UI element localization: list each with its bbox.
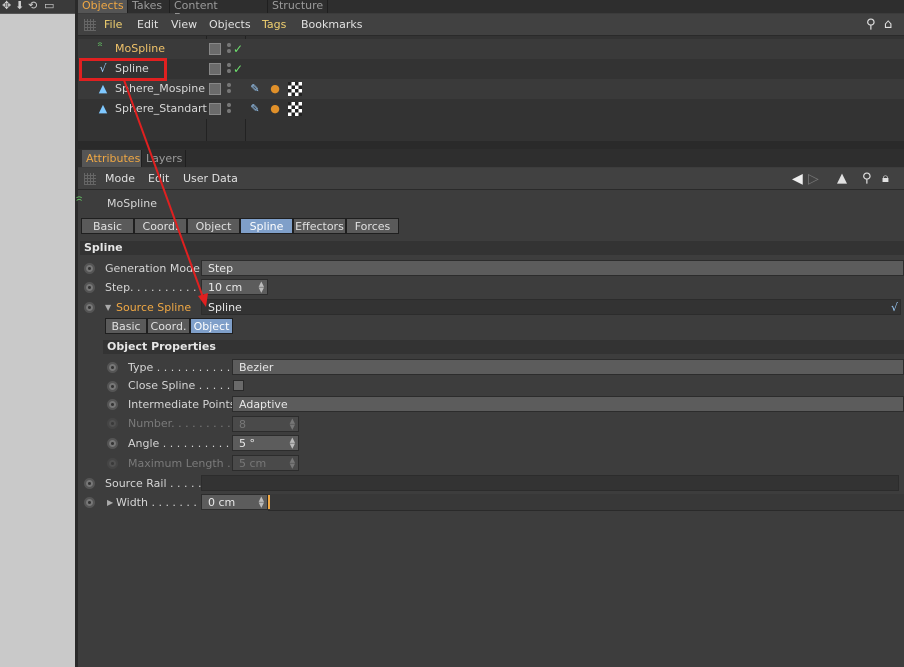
annotation-arrow (123, 79, 208, 307)
